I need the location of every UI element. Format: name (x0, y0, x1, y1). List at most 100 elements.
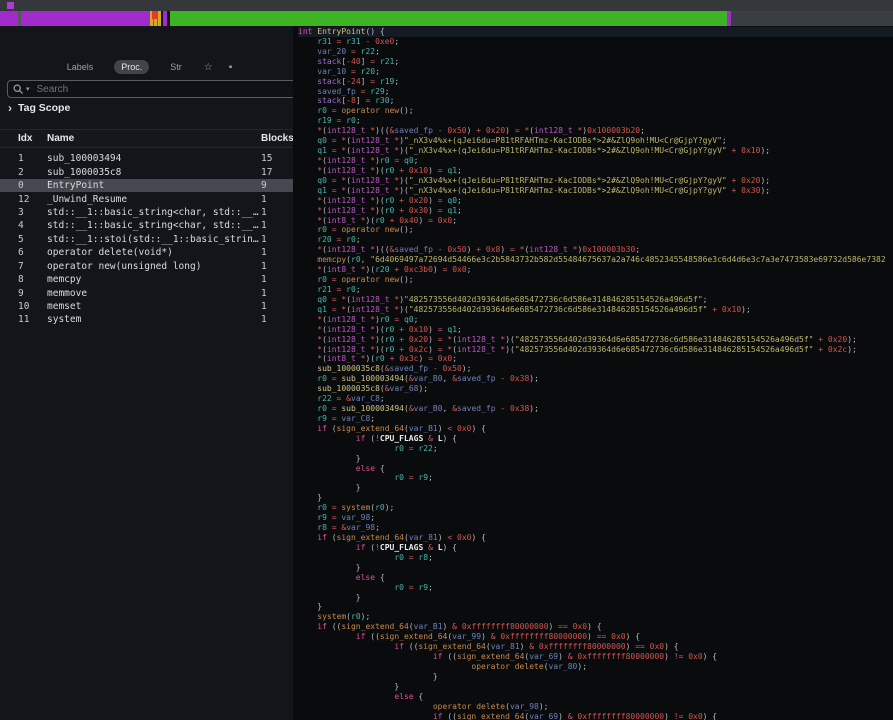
code-line[interactable]: r0 = sub_100003494(&var_B0, &saved_fp - … (298, 404, 893, 414)
code-line[interactable]: *(int128_t *)(r0 + 0x20) = q0; (298, 196, 893, 206)
table-row[interactable]: 11system1 (0, 313, 293, 326)
table-row[interactable]: 8memcpy1 (0, 273, 293, 286)
binary-overview-bar[interactable] (0, 11, 893, 26)
code-line[interactable]: *(int128_t *)((&saved_fp - 0x50) + 0x8) … (298, 245, 893, 255)
code-line[interactable]: if ((sign_extend_64(var_69) & 0xffffffff… (298, 712, 893, 720)
code-line[interactable]: var_10 = r20; (298, 67, 893, 77)
code-line[interactable]: sub_1000035c8(&var_68); (298, 384, 893, 394)
code-line[interactable]: r0 = operator new(); (298, 225, 893, 235)
code-line[interactable]: } (298, 483, 893, 493)
code-line[interactable]: if (!CPU_FLAGS & L) { (298, 434, 893, 444)
search-box[interactable]: ▾ (7, 80, 298, 98)
code-line[interactable]: *(int128_t *)(r0 + 0x10) = q1; (298, 325, 893, 335)
code-line[interactable]: stack[-8] = r30; (298, 96, 893, 106)
table-row[interactable]: 6operator delete(void*)1 (0, 246, 293, 259)
code-line[interactable]: r0 = operator new(); (298, 106, 893, 116)
code-line[interactable]: *(int128_t *)(r0 + 0x2c) = *(int128_t *)… (298, 345, 893, 355)
code-line[interactable]: if ((sign_extend_64(var_81) & 0xffffffff… (298, 642, 893, 652)
chevron-down-icon[interactable]: ▾ (26, 85, 30, 93)
code-line[interactable]: r9 = var_C8; (298, 414, 893, 424)
code-line[interactable]: *(int8_t *)(r0 + 0x40) = 0x0; (298, 216, 893, 226)
code-line[interactable]: memcpy(r0, "6d4069497a72694d54466e3c2b58… (298, 255, 893, 265)
tab-labels[interactable]: Labels (60, 60, 101, 74)
code-line[interactable]: } (298, 493, 893, 503)
column-idx[interactable]: Idx (18, 133, 47, 144)
column-blocks[interactable]: Blocks (261, 133, 294, 144)
code-line[interactable]: r8 = &var_98; (298, 523, 893, 533)
code-line[interactable]: r9 = var_98; (298, 513, 893, 523)
code-line[interactable]: system(r0); (298, 612, 893, 622)
star-icon[interactable]: ☆ (203, 60, 214, 75)
code-line[interactable]: else { (298, 464, 893, 474)
code-line[interactable]: r31 = r31 - 0xe0; (298, 37, 893, 47)
code-line[interactable]: q1 = *(int128_t *)("482573556d402d39364d… (298, 305, 893, 315)
code-line[interactable]: } (298, 454, 893, 464)
code-line[interactable]: else { (298, 573, 893, 583)
table-row[interactable]: 4std::__1::basic_string<char, std::__1::… (0, 219, 293, 232)
code-line[interactable]: r0 = r9; (298, 473, 893, 483)
code-line[interactable]: *(int128_t *)(r0 + 0x20) = *(int128_t *)… (298, 335, 893, 345)
code-line[interactable]: *(int128_t *)((&saved_fp - 0x50) + 0x20)… (298, 126, 893, 136)
code-line[interactable]: } (298, 672, 893, 682)
code-line[interactable]: *(int128_t *)(r0 + 0x30) = q1; (298, 206, 893, 216)
code-line[interactable]: stack[-40] = r21; (298, 57, 893, 67)
table-row[interactable]: 3std::__1::basic_string<char, std::__1::… (0, 206, 293, 219)
code-line[interactable]: *(int8_t *)(r20 + 0xc3b0) = 0x0; (298, 265, 893, 275)
decompiler-view[interactable]: int EntryPoint() { r31 = r31 - 0xe0; var… (293, 26, 893, 720)
code-line[interactable]: } (298, 682, 893, 692)
code-line[interactable]: r21 = r0; (298, 285, 893, 295)
tab-str[interactable]: Str (163, 60, 189, 74)
tab-proc[interactable]: Proc. (114, 60, 149, 74)
segment-unmapped-gray[interactable] (731, 11, 893, 26)
code-line[interactable]: saved_fp = r29; (298, 87, 893, 97)
table-row[interactable]: 7operator new(unsigned long)1 (0, 260, 293, 273)
code-line[interactable]: if (!CPU_FLAGS & L) { (298, 543, 893, 553)
table-row[interactable]: 2sub_1000035c817 (0, 165, 293, 178)
code-line[interactable]: *(int128_t *)r0 = q0; (298, 156, 893, 166)
table-row[interactable]: 12_Unwind_Resume1 (0, 192, 293, 205)
table-row[interactable]: 1sub_10000349415 (0, 152, 293, 165)
code-line[interactable]: q0 = *(int128_t *)"_nX3v4%x+(qJei6du=P81… (298, 136, 893, 146)
code-line[interactable]: if (sign_extend_64(var_81) < 0x0) { (298, 533, 893, 543)
tag-scope-toggle[interactable]: › Tag Scope (8, 102, 70, 114)
code-line[interactable]: int EntryPoint() { (298, 27, 893, 37)
code-line[interactable]: if ((sign_extend_64(var_B1) & 0xffffffff… (298, 622, 893, 632)
code-line[interactable]: } (298, 602, 893, 612)
code-line[interactable]: r0 = sub_100003494(&var_B0, &saved_fp - … (298, 374, 893, 384)
code-line[interactable]: } (298, 593, 893, 603)
code-line[interactable]: if (sign_extend_64(var_B1) < 0x0) { (298, 424, 893, 434)
code-line[interactable]: if ((sign_extend_64(var_69) & 0xffffffff… (298, 652, 893, 662)
current-position-marker[interactable] (152, 11, 157, 19)
code-line[interactable]: q0 = *(int128_t *)"482573556d402d39364d6… (298, 295, 893, 305)
search-input[interactable] (35, 83, 292, 96)
tag-icon[interactable]: ▪ (228, 60, 234, 75)
code-line[interactable]: *(int128_t *)(r0 + 0x10) = q1; (298, 166, 893, 176)
code-line[interactable]: q1 = *(int128_t *)("_nX3v4%x+(qJei6du=P8… (298, 186, 893, 196)
table-row[interactable]: 9memmove1 (0, 286, 293, 299)
code-line[interactable]: q1 = *(int128_t *)("_nX3v4%x+(qJei6du=P8… (298, 146, 893, 156)
code-line[interactable]: *(int8_t *)(r0 + 0x3c) = 0x0; (298, 354, 893, 364)
segment-divider[interactable] (157, 11, 158, 26)
code-line[interactable]: var_20 = r22; (298, 47, 893, 57)
segment-divider[interactable] (18, 11, 21, 26)
code-line[interactable]: else { (298, 692, 893, 702)
code-line[interactable]: r19 = r0; (298, 116, 893, 126)
code-line[interactable]: r0 = operator new(); (298, 275, 893, 285)
segment-code-purple[interactable] (0, 11, 150, 26)
table-row[interactable]: 10memset1 (0, 300, 293, 313)
code-line[interactable]: operator delete(var_80); (298, 662, 893, 672)
code-line[interactable]: r0 = system(r0); (298, 503, 893, 513)
column-name[interactable]: Name (47, 133, 261, 144)
code-line[interactable]: r0 = r8; (298, 553, 893, 563)
code-line[interactable]: r0 = r9; (298, 583, 893, 593)
code-line[interactable]: *(int128_t *)r0 = q0; (298, 315, 893, 325)
code-line[interactable]: stack[-24] = r19; (298, 77, 893, 87)
code-line[interactable]: operator delete(var_98); (298, 702, 893, 712)
code-line[interactable]: r0 = r22; (298, 444, 893, 454)
code-line[interactable]: r20 = r0; (298, 235, 893, 245)
code-line[interactable]: } (298, 563, 893, 573)
code-line[interactable]: q0 = *(int128_t *)("_nX3v4%x+(qJei6du=P8… (298, 176, 893, 186)
table-row[interactable]: 0EntryPoint9 (0, 179, 293, 192)
table-row[interactable]: 5std::__1::stoi(std::__1::basic_string<c… (0, 233, 293, 246)
code-line[interactable]: if ((sign_extend_64(var_99) & 0xffffffff… (298, 632, 893, 642)
